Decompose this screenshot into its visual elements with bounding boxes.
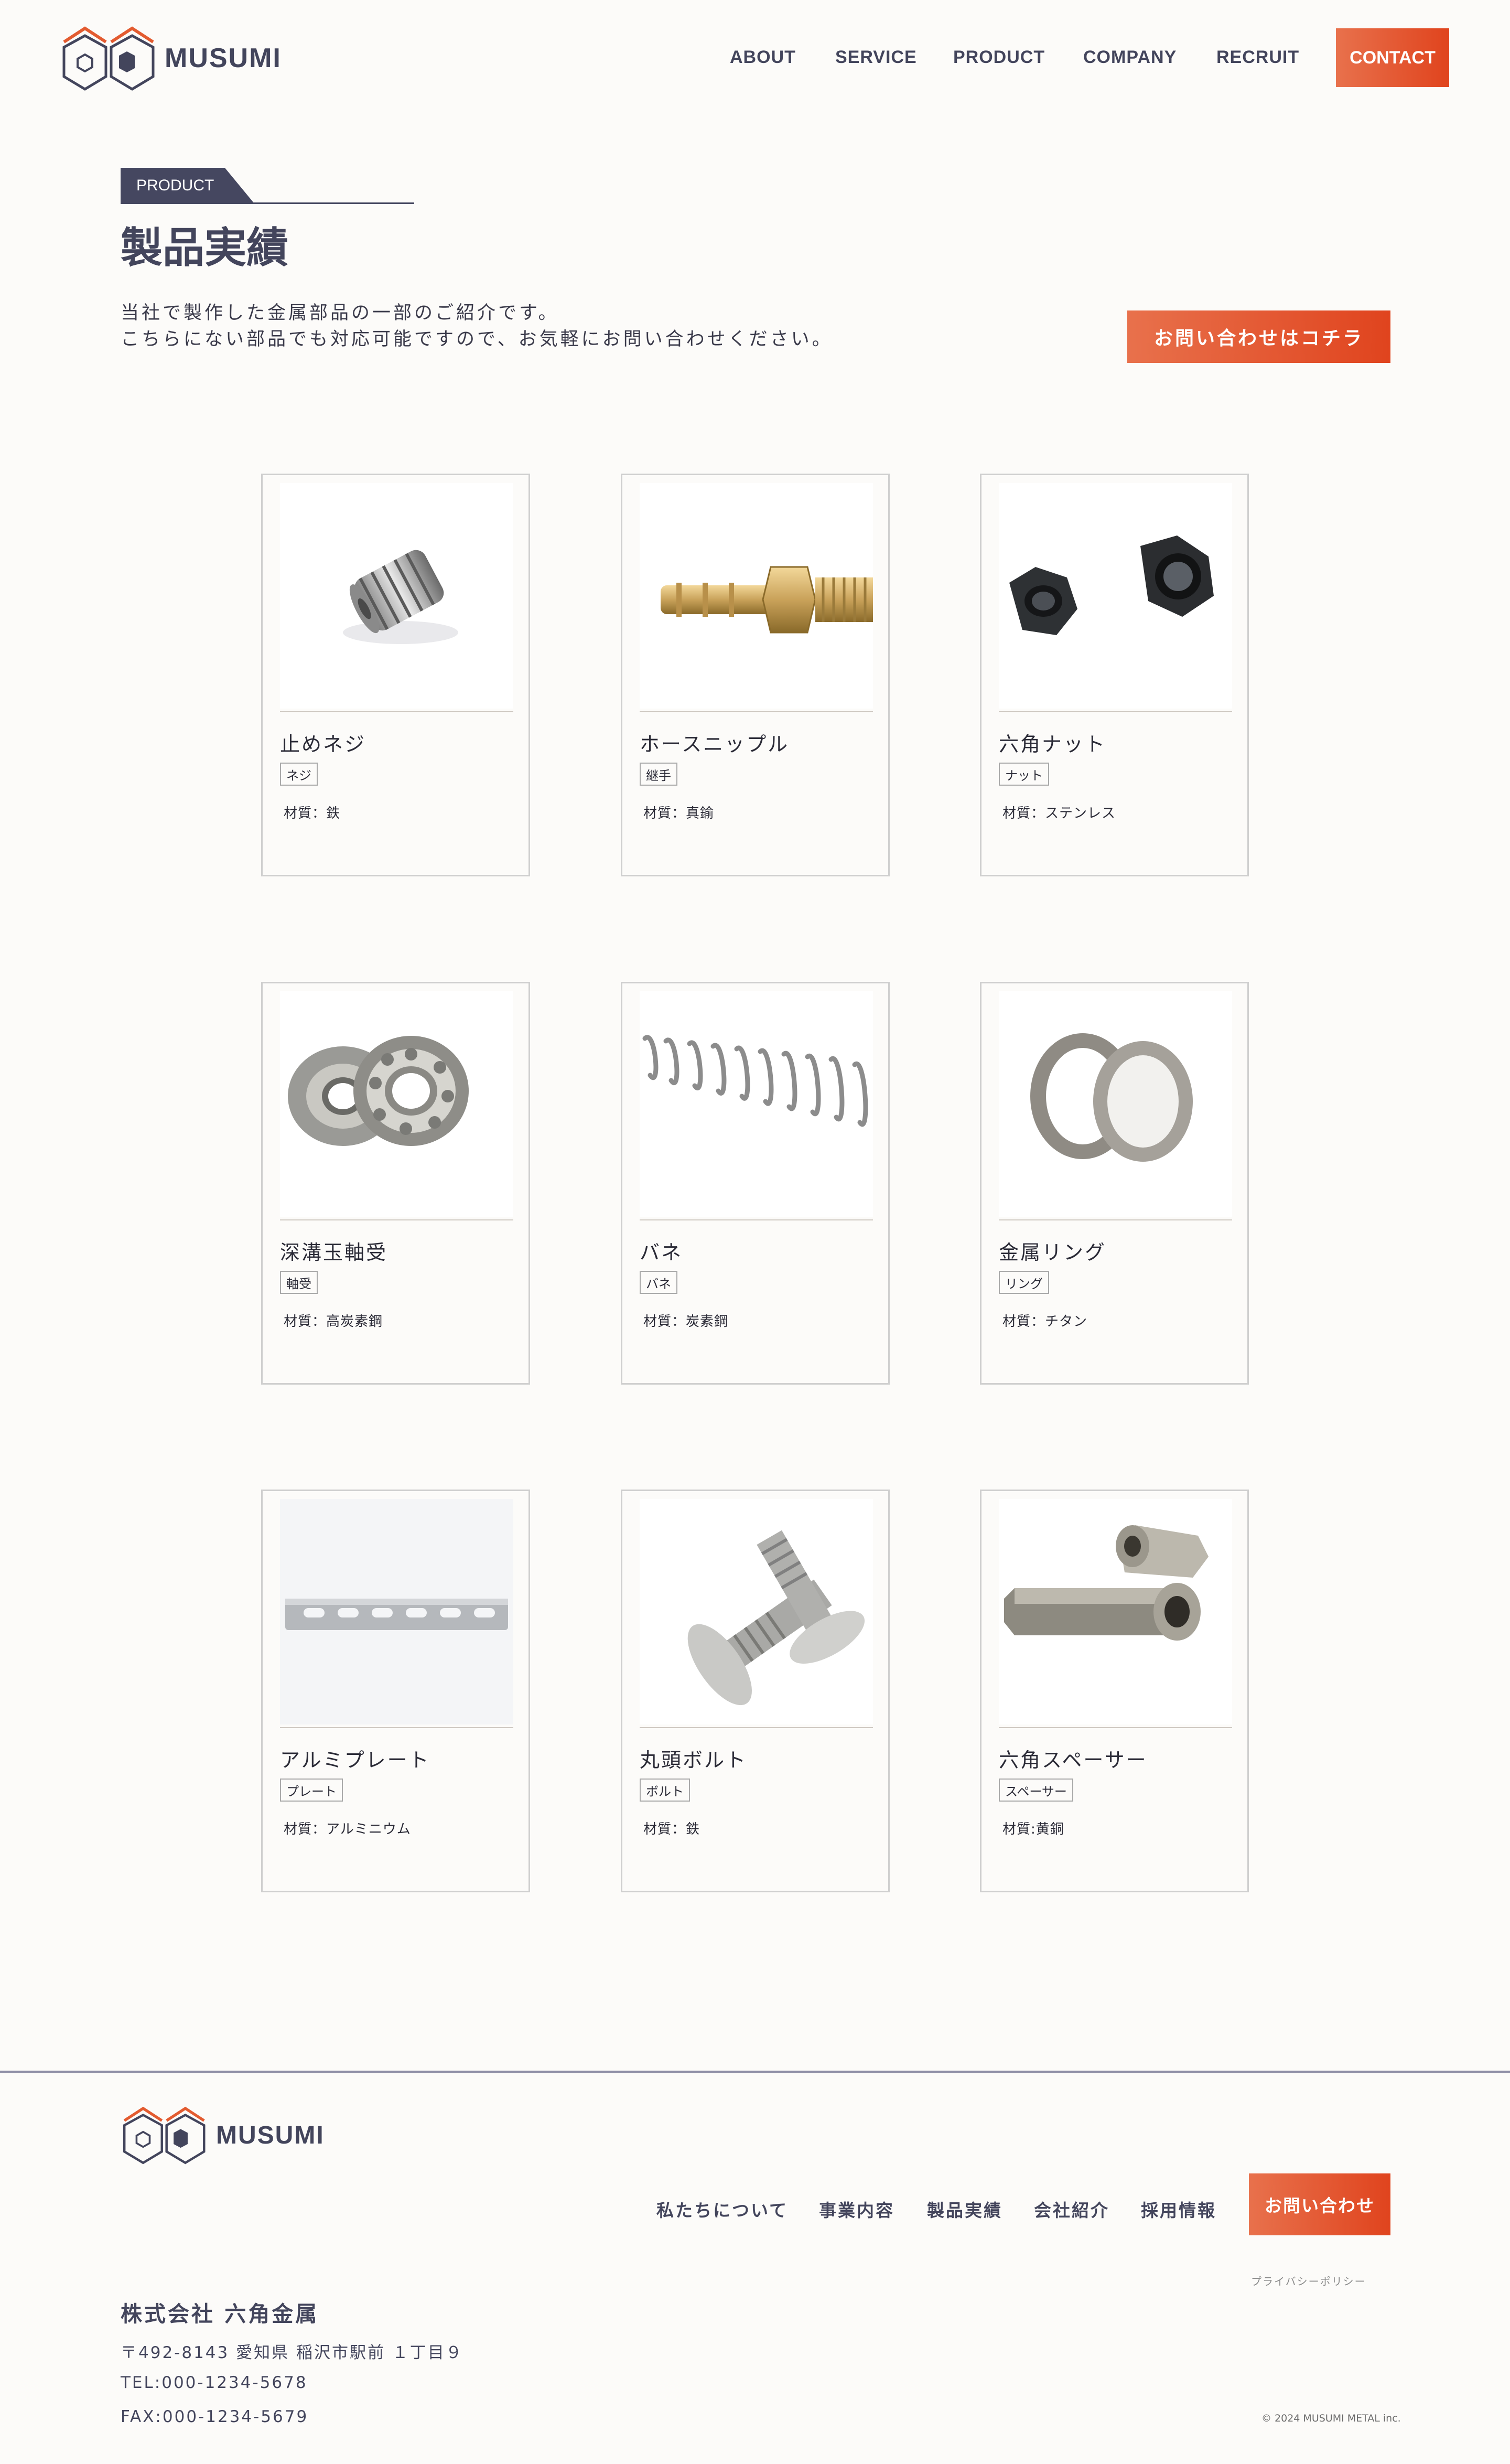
product-category-badge: ナット <box>999 763 1049 786</box>
page-title: 製品実績 <box>121 223 288 272</box>
card-divider <box>999 711 1232 712</box>
card-divider <box>999 1727 1232 1728</box>
section-tag-label: PRODUCT <box>136 177 214 194</box>
product-category-badge: プレート <box>280 1779 343 1802</box>
nav-recruit[interactable]: RECRUIT <box>1216 47 1299 68</box>
privacy-policy-link[interactable]: プライバシーポリシー <box>1251 2273 1366 2288</box>
product-card[interactable]: 深溝玉軸受 軸受 材質：高炭素鋼 <box>261 982 530 1385</box>
card-divider <box>640 711 873 712</box>
product-name: 深溝玉軸受 <box>280 1241 388 1264</box>
card-divider <box>999 1219 1232 1220</box>
footer-nav-recruit[interactable]: 採用情報 <box>1141 2197 1216 2222</box>
product-name: 金属リング <box>999 1241 1107 1264</box>
footer-nav-products[interactable]: 製品実績 <box>927 2197 1002 2222</box>
product-name: 六角スペーサー <box>999 1749 1148 1772</box>
product-material: 材質：高炭素鋼 <box>284 1314 383 1330</box>
product-category-badge: 軸受 <box>280 1271 318 1294</box>
company-tel: TEL:000-1234-5678 <box>121 2373 308 2392</box>
card-divider <box>280 1219 513 1220</box>
product-category-badge: リング <box>999 1271 1049 1294</box>
company-address: 〒492-8143 愛知県 稲沢市駅前 １丁目９ <box>121 2343 463 2362</box>
brand-name: MUSUMI <box>165 43 282 73</box>
product-card[interactable]: アルミプレート プレート 材質：アルミニウム <box>261 1490 530 1892</box>
footer-nav-company[interactable]: 会社紹介 <box>1034 2197 1109 2222</box>
product-material: 材質：ステンレス <box>1002 806 1116 821</box>
hexagon-logo-icon <box>62 26 155 91</box>
company-fax: FAX:000-1234-5679 <box>121 2407 309 2426</box>
company-name: 株式会社 六角金属 <box>121 2301 319 2327</box>
product-card[interactable]: 六角スペーサー スペーサー 材質:黄銅 <box>980 1490 1249 1892</box>
set-screw-photo <box>280 483 513 709</box>
ball-bearing-photo <box>280 991 513 1217</box>
card-divider <box>280 711 513 712</box>
footer-contact-button[interactable]: お問い合わせ <box>1249 2173 1390 2235</box>
inquiry-button[interactable]: お問い合わせはコチラ <box>1127 310 1390 363</box>
nav-service[interactable]: SERVICE <box>835 47 917 68</box>
product-category-badge: バネ <box>640 1271 677 1294</box>
footer-contact-label: お問い合わせ <box>1265 2195 1375 2216</box>
copyright: © 2024 MUSUMI METAL inc. <box>1261 2413 1401 2424</box>
nav-about[interactable]: ABOUT <box>730 47 796 68</box>
card-divider <box>640 1727 873 1728</box>
product-name: 丸頭ボルト <box>640 1749 748 1772</box>
product-category-badge: ネジ <box>280 763 318 786</box>
product-card[interactable]: 六角ナット ナット 材質：ステンレス <box>980 474 1249 876</box>
product-card[interactable]: バネ バネ 材質：炭素鋼 <box>621 982 890 1385</box>
product-category-badge: スペーサー <box>999 1779 1073 1802</box>
product-material: 材質：炭素鋼 <box>643 1314 729 1330</box>
round-head-bolt-photo <box>640 1499 873 1724</box>
nav-product[interactable]: PRODUCT <box>953 47 1045 68</box>
hex-spacer-photo <box>999 1499 1232 1724</box>
metal-ring-photo <box>999 991 1232 1217</box>
intro-line-2: こちらにない部品でも対応可能ですので、お気軽にお問い合わせください。 <box>121 329 833 350</box>
footer-divider <box>0 2071 1510 2073</box>
product-category-badge: ボルト <box>640 1779 690 1802</box>
footer-nav-service[interactable]: 事業内容 <box>819 2197 894 2222</box>
product-name: 止めネジ <box>280 733 366 756</box>
inquiry-button-label: お問い合わせはコチラ <box>1153 328 1364 349</box>
contact-button[interactable]: CONTACT <box>1336 28 1449 87</box>
product-material: 材質:黄銅 <box>1002 1822 1064 1837</box>
product-card[interactable]: 丸頭ボルト ボルト 材質：鉄 <box>621 1490 890 1892</box>
product-card[interactable]: 金属リング リング 材質：チタン <box>980 982 1249 1385</box>
product-name: バネ <box>640 1241 683 1264</box>
product-category-badge: 継手 <box>640 763 677 786</box>
product-card[interactable]: 止めネジ ネジ 材質：鉄 <box>261 474 530 876</box>
footer-brand-name: MUSUMI <box>216 2121 325 2149</box>
hose-nipple-photo <box>640 483 873 709</box>
header-logo[interactable]: MUSUMI <box>60 20 282 97</box>
hex-nut-photo <box>999 483 1232 709</box>
section-tag-underline <box>121 202 414 204</box>
product-name: アルミプレート <box>280 1749 430 1772</box>
product-material: 材質：チタン <box>1002 1314 1088 1330</box>
product-material: 材質：真鍮 <box>643 806 715 821</box>
section-tag: PRODUCT <box>121 168 254 203</box>
hexagon-logo-icon <box>123 2106 206 2165</box>
footer-logo[interactable]: MUSUMI <box>121 2101 325 2170</box>
card-divider <box>280 1727 513 1728</box>
footer-nav-about[interactable]: 私たちについて <box>656 2197 788 2222</box>
product-name: ホースニップル <box>640 733 790 756</box>
intro-line-1: 当社で製作した金属部品の一部のご紹介です。 <box>121 303 559 324</box>
aluminum-plate-photo <box>280 1499 513 1724</box>
card-divider <box>640 1219 873 1220</box>
product-material: 材質：アルミニウム <box>284 1822 411 1837</box>
spring-photo <box>640 991 873 1217</box>
product-material: 材質：鉄 <box>643 1822 700 1837</box>
product-material: 材質：鉄 <box>284 806 341 821</box>
product-name: 六角ナット <box>999 733 1107 756</box>
nav-company[interactable]: COMPANY <box>1083 47 1177 68</box>
product-card[interactable]: ホースニップル 継手 材質：真鍮 <box>621 474 890 876</box>
contact-button-label: CONTACT <box>1350 47 1436 68</box>
